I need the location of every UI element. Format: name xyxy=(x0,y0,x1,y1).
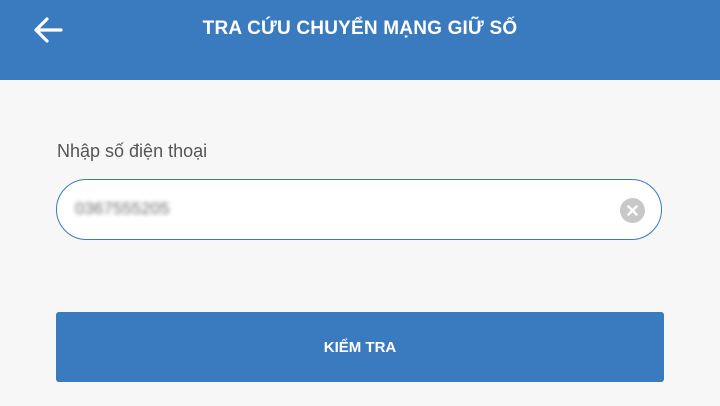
phone-field-label: Nhập số điện thoại xyxy=(57,141,208,161)
check-button[interactable]: KIỂM TRA xyxy=(56,312,664,382)
phone-field[interactable] xyxy=(56,179,662,240)
phone-input[interactable] xyxy=(75,180,605,238)
clear-button[interactable] xyxy=(620,198,645,223)
clear-circle-icon xyxy=(627,205,638,216)
page-title: TRA CỨU CHUYỂN MẠNG GIỮ SỐ xyxy=(202,18,518,39)
app-bar: TRA CỨU CHUYỂN MẠNG GIỮ SỐ xyxy=(0,0,720,80)
